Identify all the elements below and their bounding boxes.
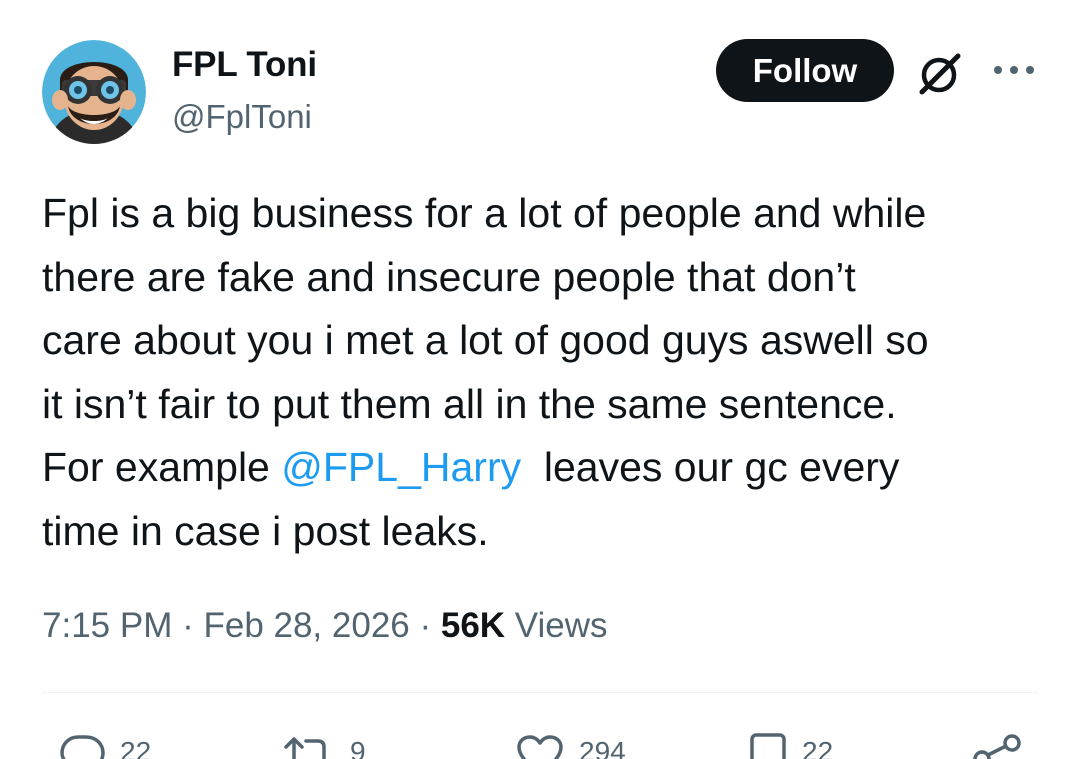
tweet-text: Fpl is a big business for a lot of peopl… (42, 182, 1042, 564)
grok-icon[interactable] (914, 48, 966, 100)
tweet-line: time in case i post leaks. (42, 507, 489, 554)
tweet-line: For example @FPL_Harry leaves our gc eve… (42, 436, 1042, 500)
tweet-meta: 7:15 PM · Feb 28, 2026 · 56K Views (42, 604, 608, 648)
bookmark-icon (750, 733, 786, 759)
mention-link[interactable]: @FPL_Harry (281, 444, 521, 490)
tweet-time[interactable]: 7:15 PM (42, 606, 172, 645)
author-handle[interactable]: @FplToni (172, 97, 312, 137)
share-button[interactable] (972, 733, 1022, 759)
reply-count: 22 (120, 736, 152, 759)
more-icon[interactable] (992, 62, 1036, 78)
heart-icon (517, 735, 563, 759)
tweet-line: it isn’t fair to put them all in the sam… (42, 380, 897, 427)
follow-button[interactable]: Follow (716, 39, 894, 102)
tweet-text-segment: For example (42, 444, 282, 491)
tweet-date[interactable]: Feb 28, 2026 (203, 606, 409, 645)
tweet-line: care about you i met a lot of good guys … (42, 317, 929, 364)
tweet-text-segment: leaves our gc every (521, 444, 900, 491)
views-count: 56K (440, 606, 506, 645)
bookmark-count: 22 (802, 736, 834, 759)
repost-button[interactable]: 9 (282, 733, 366, 759)
avatar-image (42, 40, 146, 144)
meta-separator: · (172, 606, 204, 645)
tweet-line: there are fake and insecure people that … (42, 253, 856, 300)
reply-icon (60, 735, 105, 759)
divider (42, 692, 1038, 693)
like-button[interactable]: 294 (515, 733, 626, 759)
bookmark-button[interactable]: 22 (748, 733, 833, 759)
like-count: 294 (579, 736, 626, 759)
tweet-card: FPL Toni @FplToni Follow Fpl is a big bu… (0, 0, 1080, 759)
reply-button[interactable]: 22 (58, 733, 151, 759)
tweet-line: Fpl is a big business for a lot of peopl… (42, 190, 927, 236)
views-label: Views (505, 606, 608, 645)
meta-separator: · (409, 606, 441, 645)
repost-count: 9 (350, 736, 366, 759)
repost-icon (284, 737, 326, 759)
avatar[interactable] (42, 40, 146, 144)
author-name[interactable]: FPL Toni (172, 44, 317, 86)
share-icon (973, 734, 1021, 759)
